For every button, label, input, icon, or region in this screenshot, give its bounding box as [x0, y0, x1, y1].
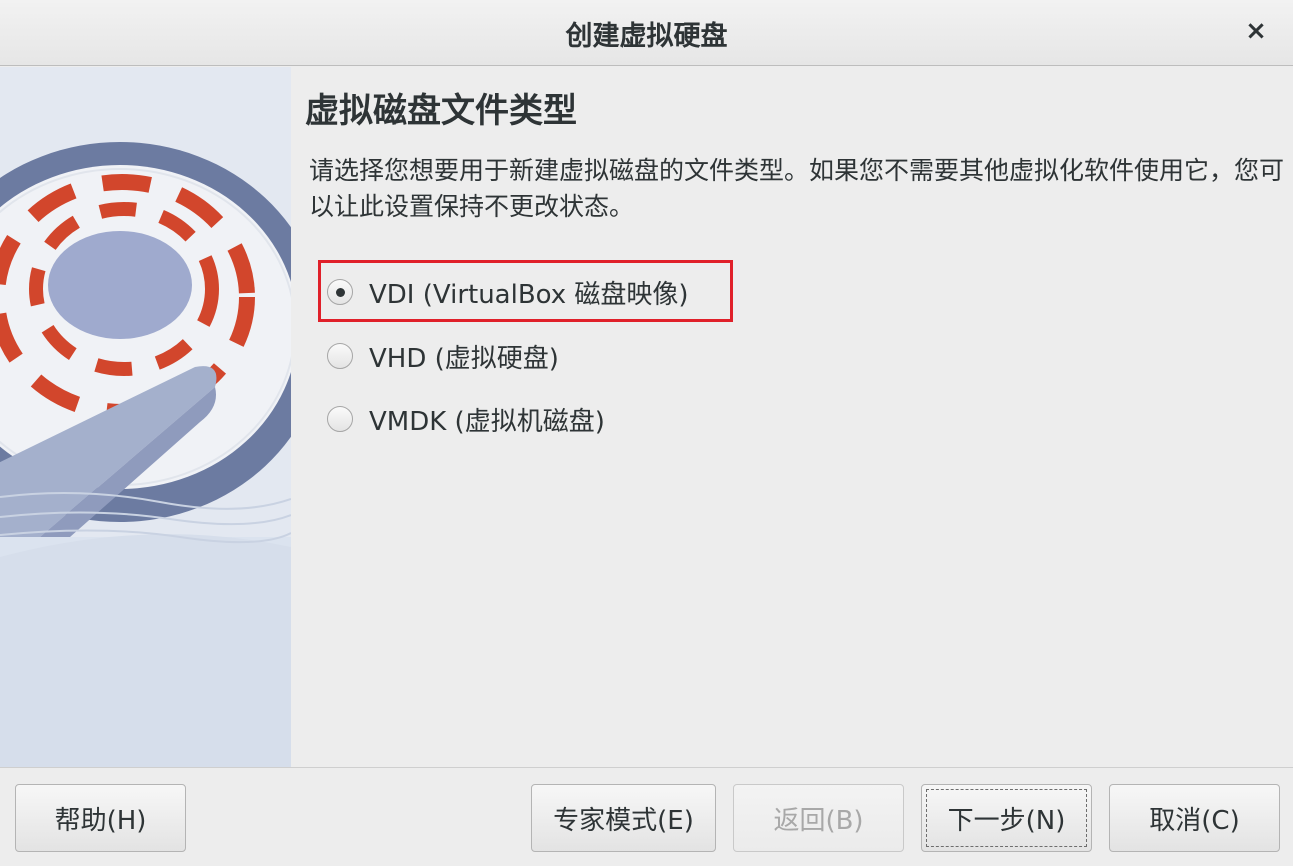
- wizard-side-image: [0, 67, 291, 767]
- page-description: 请选择您想要用于新建虚拟磁盘的文件类型。如果您不需要其他虚拟化软件使用它，您可以…: [309, 156, 1285, 221]
- dialog-window: 创建虚拟硬盘 × 虚拟磁盘文件类型 请选择您想要用于新建虚拟磁盘的文件类型。如果…: [0, 0, 1293, 866]
- next-button[interactable]: 下一步(N): [921, 784, 1092, 852]
- radio-button-checked[interactable]: [327, 279, 353, 305]
- hard-disk-illustration-icon: [0, 67, 291, 767]
- dialog-title: 创建虚拟硬盘: [565, 21, 728, 52]
- radio-button[interactable]: [327, 406, 353, 432]
- wizard-content: 虚拟磁盘文件类型 请选择您想要用于新建虚拟磁盘的文件类型。如果您不需要其他虚拟化…: [291, 67, 1293, 767]
- radio-option-vmdk[interactable]: VMDK (虚拟机磁盘): [327, 399, 605, 439]
- radio-label-vhd: VHD (虚拟硬盘): [369, 343, 559, 374]
- focus-ring: [926, 789, 1087, 847]
- radio-label-vmdk: VMDK (虚拟机磁盘): [369, 406, 605, 437]
- title-bar: 创建虚拟硬盘 ×: [0, 0, 1293, 66]
- help-button[interactable]: 帮助(H): [15, 784, 186, 852]
- radio-option-vdi[interactable]: VDI (VirtualBox 磁盘映像): [327, 272, 689, 312]
- button-bar: 帮助(H) 专家模式(E) 返回(B) 下一步(N) 取消(C): [0, 767, 1293, 866]
- back-button[interactable]: 返回(B): [733, 784, 904, 852]
- expert-mode-button[interactable]: 专家模式(E): [531, 784, 716, 852]
- cancel-button[interactable]: 取消(C): [1109, 784, 1280, 852]
- page-title: 虚拟磁盘文件类型: [305, 91, 577, 131]
- radio-button[interactable]: [327, 343, 353, 369]
- radio-option-vhd[interactable]: VHD (虚拟硬盘): [327, 336, 559, 376]
- close-icon[interactable]: ×: [1241, 16, 1271, 46]
- radio-label-vdi: VDI (VirtualBox 磁盘映像): [369, 279, 689, 310]
